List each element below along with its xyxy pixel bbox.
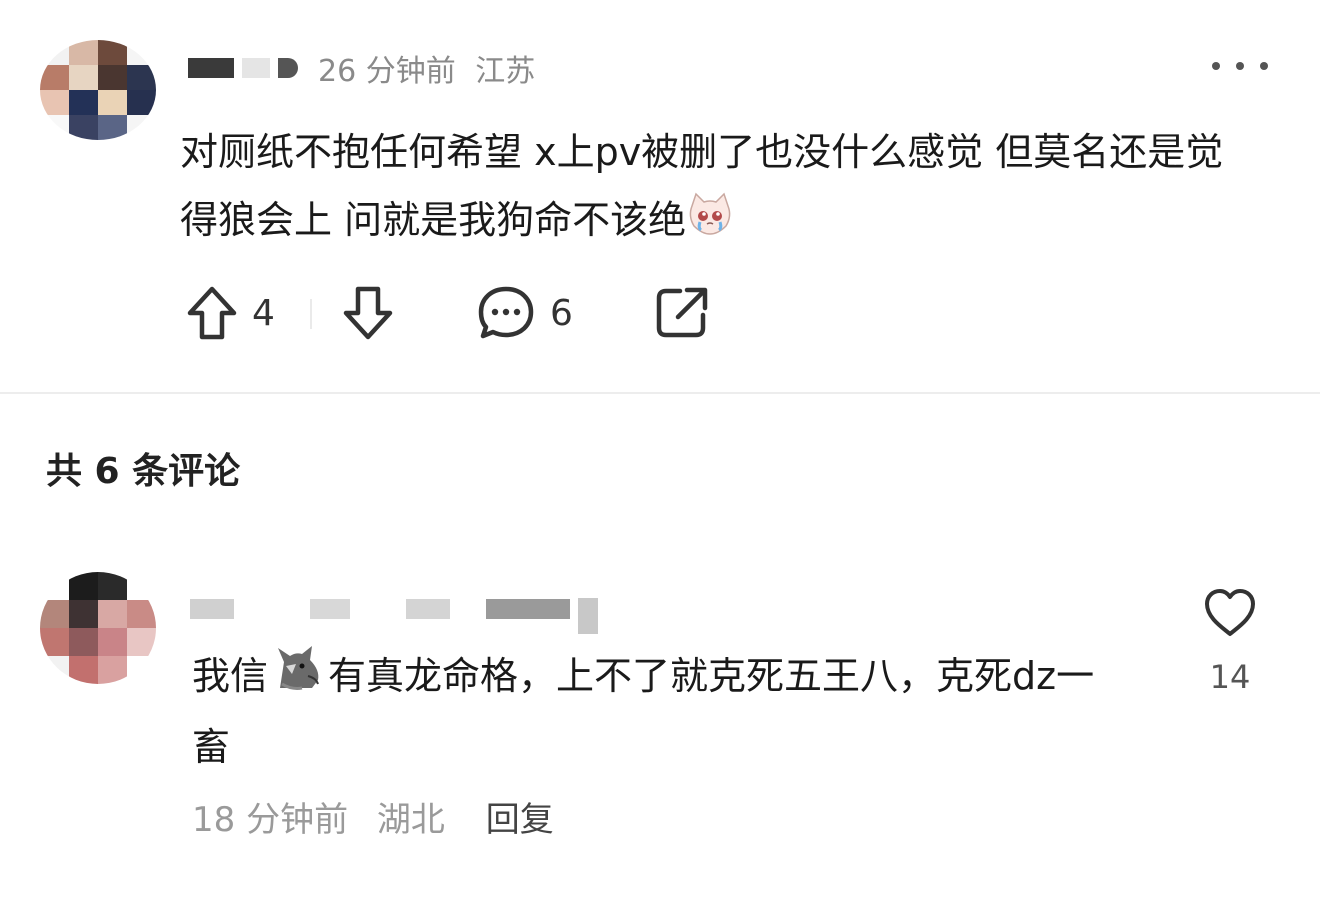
post-avatar[interactable] <box>40 40 156 140</box>
like-button[interactable]: 14 <box>1202 588 1258 708</box>
reply-username-redacted[interactable] <box>190 586 598 634</box>
action-divider <box>310 299 312 329</box>
share-icon <box>656 287 708 338</box>
reply-button[interactable]: 回复 <box>486 800 554 840</box>
heart-icon <box>1205 589 1255 636</box>
post-card: 26 分钟前 江苏 对厕纸不抱任何希望 x上pv被删了也没什么感觉 但莫名还是觉… <box>0 0 1320 392</box>
reply-avatar[interactable] <box>40 572 156 684</box>
post-username-redacted[interactable] <box>188 58 298 78</box>
section-divider <box>0 392 1320 394</box>
comment-button[interactable]: 6 <box>476 282 573 344</box>
reply-meta: 18 分钟前 湖北 回复 <box>192 792 554 841</box>
post-content: 对厕纸不抱任何希望 x上pv被删了也没什么感觉 但莫名还是觉得狼会上 问就是我狗… <box>180 118 1250 257</box>
reply-time: 18 分钟前 <box>192 800 349 840</box>
upvote-count: 4 <box>252 292 275 334</box>
comment-count: 6 <box>550 292 573 334</box>
comment-bubble-icon <box>478 286 534 339</box>
post-meta: 26 分钟前 江苏 <box>318 46 535 90</box>
reply-text-after: 有真龙命格，上不了就克死五王八，克死dz一畜 <box>192 654 1095 769</box>
crying-cat-emoji-icon <box>686 189 734 257</box>
reply-content: 我信 有真龙命格，上不了就克死五王八，克死dz一畜 <box>192 642 1122 781</box>
reply-text-before: 我信 <box>192 654 269 698</box>
reply-location: 湖北 <box>376 800 445 840</box>
comments-header: 共 6 条评论 <box>46 451 241 492</box>
like-count: 14 <box>1209 658 1251 696</box>
upvote-button[interactable]: 4 <box>186 282 275 344</box>
arrow-up-icon <box>187 286 237 340</box>
wolf-emoji-icon <box>272 644 324 713</box>
share-button[interactable] <box>654 282 710 344</box>
downvote-button[interactable] <box>342 282 394 344</box>
post-time: 26 分钟前 <box>318 54 456 89</box>
post-location: 江苏 <box>475 54 536 89</box>
more-options-icon[interactable] <box>1212 56 1268 76</box>
post-actions: 4 6 <box>186 282 746 344</box>
arrow-down-icon <box>343 286 393 340</box>
